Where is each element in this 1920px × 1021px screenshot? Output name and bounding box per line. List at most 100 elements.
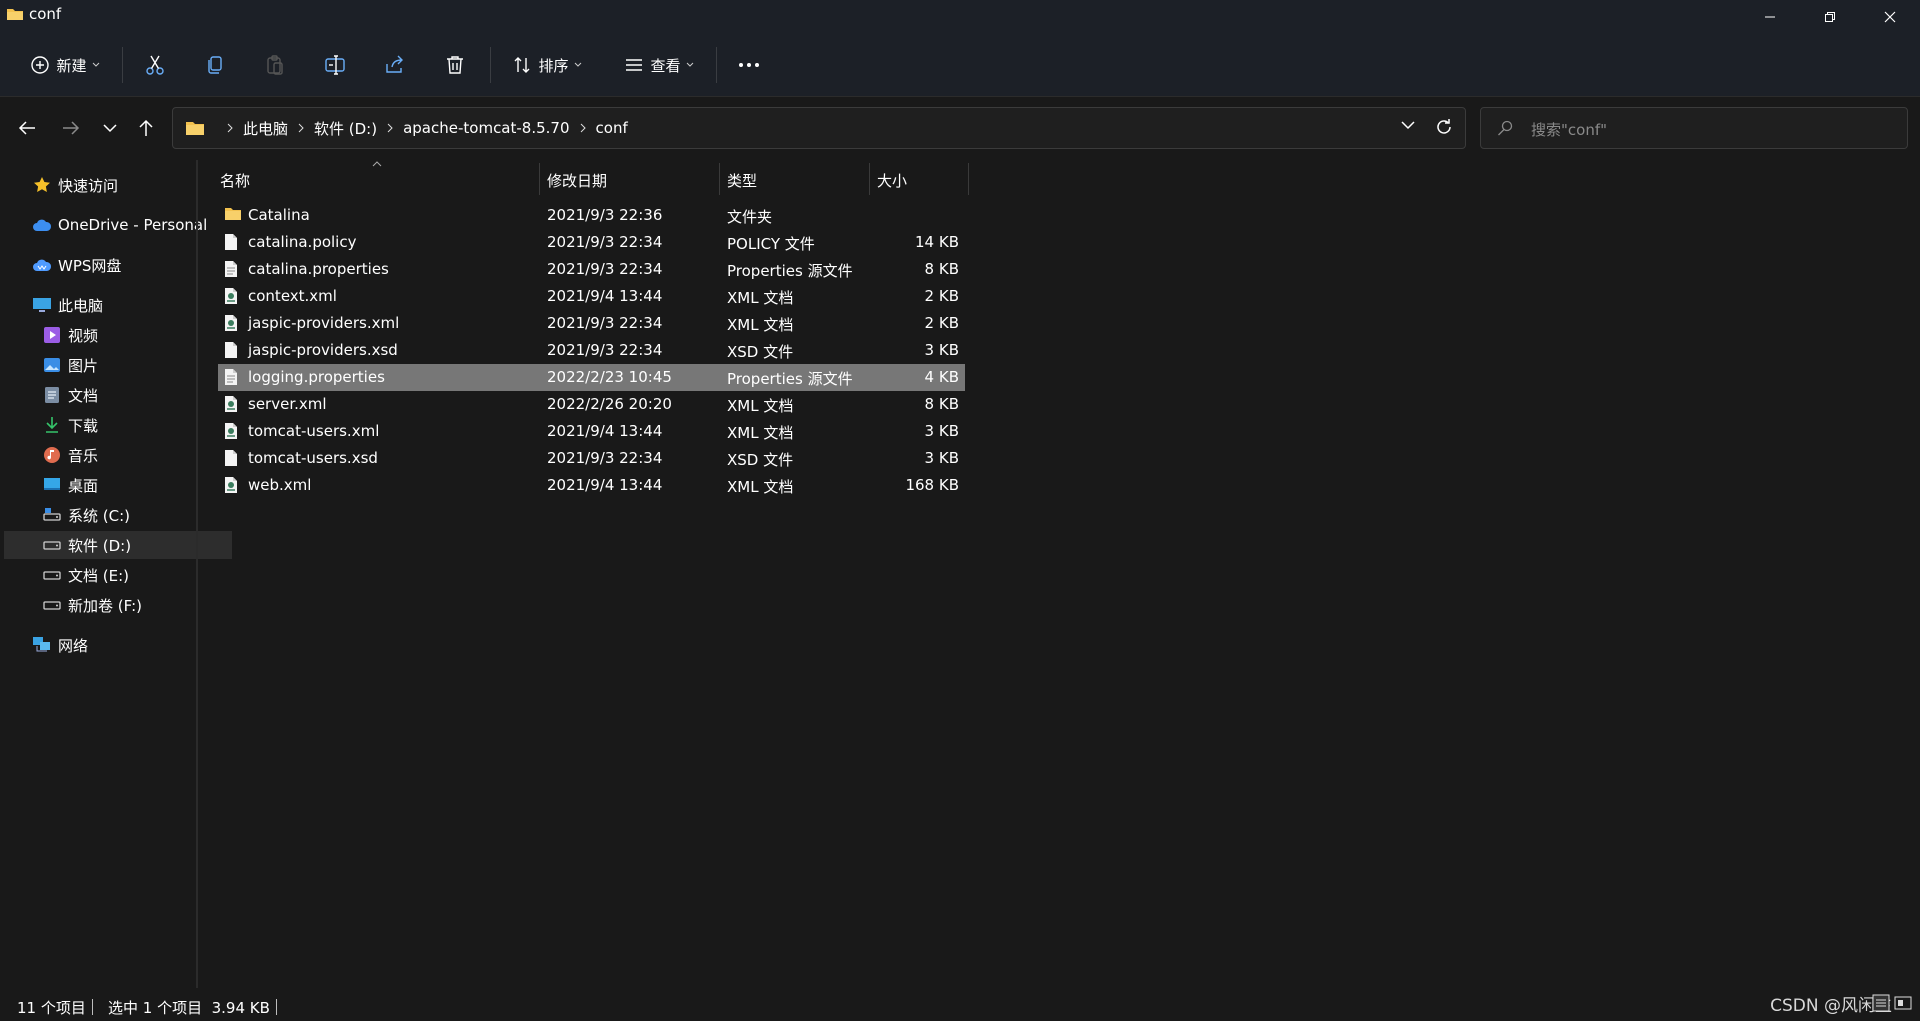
column-divider[interactable] [719,163,720,195]
column-divider[interactable] [539,163,540,195]
file-name: logging.properties [248,368,385,386]
chevron-right-icon [298,123,304,133]
search-box[interactable]: 搜索"conf" [1480,107,1908,149]
file-date: 2021/9/4 13:44 [547,476,663,494]
xml-file-icon [224,287,238,305]
file-icon [224,341,238,359]
chevron-right-icon [227,123,233,133]
sidebar-item-label: 桌面 [68,476,99,495]
system-drive-icon [42,505,62,525]
selection-info: 选中 1 个项目 3.94 KB [108,999,270,1017]
wps-cloud-icon [32,255,52,275]
file-row[interactable]: jaspic-providers.xsd 2021/9/3 22:34 XSD 文件… [218,337,965,364]
sort-button[interactable]: 排序 [508,47,586,83]
column-header-type[interactable]: 类型 [727,163,867,195]
status-divider [92,999,93,1015]
file-size: 8 KB [924,260,959,278]
delete-button[interactable] [440,47,470,83]
file-size: 3 KB [924,449,959,467]
title-bar: conf [0,0,1920,34]
new-label: 新建 [56,56,87,75]
file-row[interactable]: web.xml 2021/9/4 13:44 XML 文档 168 KB [218,472,965,499]
sidebar-item-this-pc[interactable]: 此电脑 [4,291,222,319]
desktop-icon [42,475,62,495]
copy-button[interactable] [200,47,230,83]
video-icon [42,325,62,345]
folder-icon [6,6,24,22]
file-row[interactable]: server.xml 2022/2/26 20:20 XML 文档 8 KB [218,391,965,418]
file-date: 2021/9/3 22:34 [547,260,663,278]
file-name: server.xml [248,395,327,413]
tiles-view-icon[interactable] [1894,994,1912,1012]
toolbar-divider [490,47,491,83]
sidebar-item-onedrive[interactable]: OneDrive - Personal [4,211,222,239]
address-bar[interactable]: 此电脑 软件 (D:) apache-tomcat-8.5.70 conf [172,107,1466,149]
music-icon [42,445,62,465]
recent-locations-button[interactable] [92,113,128,143]
restore-button[interactable] [1800,0,1860,34]
search-placeholder: 搜索"conf" [1531,121,1608,139]
up-button[interactable] [128,113,164,143]
file-row[interactable]: catalina.policy 2021/9/3 22:34 POLICY 文件 14… [218,229,965,256]
more-options-button[interactable] [732,47,766,83]
refresh-icon [1435,118,1453,136]
file-name: Catalina [248,206,310,224]
breadcrumb-item[interactable]: apache-tomcat-8.5.70 [403,119,569,137]
file-icon [224,449,238,467]
drive-icon [42,595,62,615]
details-view-icon[interactable] [1872,994,1890,1012]
new-button[interactable]: 新建 [24,47,106,83]
rename-button[interactable] [320,47,350,83]
column-header-name[interactable]: 名称 [220,161,540,195]
column-header-size[interactable]: 大小 [877,163,967,195]
sidebar-item-network[interactable]: 网络 [4,631,222,659]
pane-divider[interactable] [196,160,198,988]
file-name: web.xml [248,476,312,494]
file-row[interactable]: jaspic-providers.xml 2021/9/3 22:34 XML 文档… [218,310,965,337]
column-header-date[interactable]: 修改日期 [547,163,717,195]
file-row[interactable]: tomcat-users.xsd 2021/9/3 22:34 XSD 文件 3 KB [218,445,965,472]
view-button[interactable]: 查看 [620,47,698,83]
forward-button[interactable] [53,113,89,143]
refresh-button[interactable] [1435,118,1453,136]
chevron-down-icon [92,62,100,68]
sidebar-item-label: 新加卷 (F:) [68,596,142,615]
more-dots-icon [738,62,760,68]
cut-button[interactable] [140,47,170,83]
file-name: tomcat-users.xml [248,422,380,440]
toolbar-divider [122,47,123,83]
breadcrumb-item[interactable]: 软件 (D:) [314,118,377,139]
sidebar-item-label: 系统 (C:) [68,506,130,525]
file-row[interactable]: logging.properties 2022/2/23 10:45 Propert… [218,364,965,391]
file-type: XSD 文件 [727,343,794,361]
paste-button[interactable] [260,47,290,83]
file-row[interactable]: context.xml 2021/9/4 13:44 XML 文档 2 KB [218,283,965,310]
sidebar-item-wps-drive[interactable]: WPS网盘 [4,251,222,279]
file-row[interactable]: Catalina 2021/9/3 22:36 文件夹 [218,202,965,229]
close-button[interactable] [1860,0,1920,34]
drive-icon [42,565,62,585]
toolbar-divider [716,47,717,83]
column-divider[interactable] [869,163,870,195]
share-button[interactable] [380,47,410,83]
sidebar-item-label: WPS网盘 [58,256,122,275]
breadcrumb-item[interactable]: 此电脑 [243,118,288,139]
file-date: 2022/2/23 10:45 [547,368,672,386]
file-row[interactable]: tomcat-users.xml 2021/9/4 13:44 XML 文档 3 KB [218,418,965,445]
onedrive-cloud-icon [32,215,52,235]
sidebar-item-quick-access[interactable]: 快速访问 [4,171,222,199]
documents-icon [42,385,62,405]
file-type: XSD 文件 [727,451,794,469]
file-type: XML 文档 [727,316,794,334]
column-divider[interactable] [968,163,969,195]
file-date: 2021/9/3 22:34 [547,449,663,467]
file-name: jaspic-providers.xsd [248,341,398,359]
file-row[interactable]: catalina.properties 2021/9/3 22:34 Propert… [218,256,965,283]
sidebar-item-label: 网络 [58,636,89,655]
breadcrumb: 此电脑 软件 (D:) apache-tomcat-8.5.70 conf [185,108,628,148]
minimize-button[interactable] [1740,0,1800,34]
address-history-button[interactable] [1401,120,1415,130]
breadcrumb-item[interactable]: conf [596,119,628,137]
back-button[interactable] [9,113,45,143]
file-size: 3 KB [924,341,959,359]
